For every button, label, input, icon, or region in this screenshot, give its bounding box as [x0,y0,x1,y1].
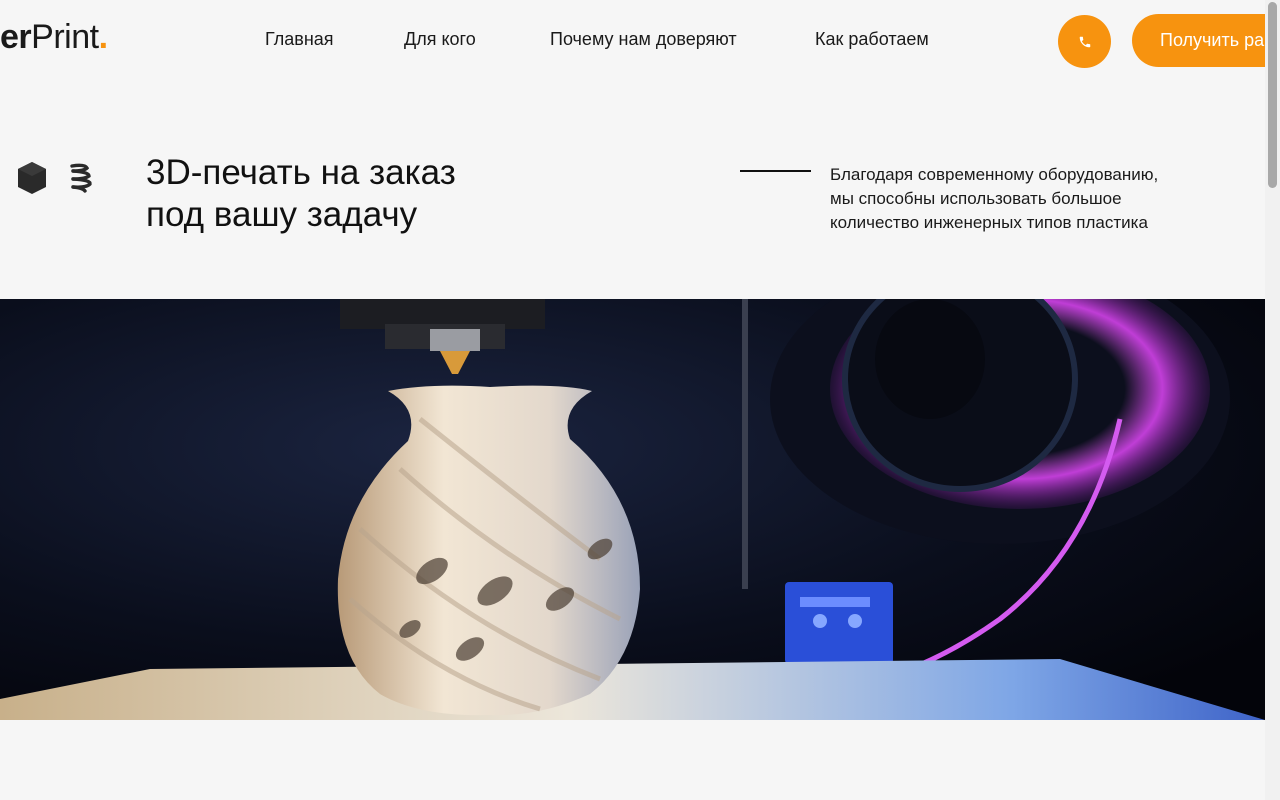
hero-image [0,299,1265,720]
logo-dot: . [98,18,108,56]
hero-title: 3D-печать на заказ под вашу задачу [146,152,456,236]
nav-link-for-whom[interactable]: Для кого [404,29,476,50]
hero-description-line-2: мы способны использовать большое [830,189,1122,208]
hero-description-line-3: количество инженерных типов пластика [830,213,1148,232]
logo-main: Print [31,18,99,56]
nav-link-why-trust[interactable]: Почему нам доверяют [550,29,737,50]
hero-title-line-1: 3D-печать на заказ [146,153,456,192]
logo[interactable]: erPrint. [0,18,108,57]
cube-icon [18,162,46,194]
page: erPrint. Главная Для кого Почему нам дов… [0,0,1280,800]
3d-printed-vase-photo [0,299,1265,720]
logo-prefix: er [0,18,32,56]
nav-link-home[interactable]: Главная [265,29,334,50]
get-quote-button[interactable]: Получить ра [1132,14,1280,67]
hero-description: Благодаря современному оборудованию, мы … [830,163,1230,235]
page-scrollbar[interactable] [1265,0,1280,800]
hero-divider [740,170,811,172]
hero-description-line-1: Благодаря современному оборудованию, [830,165,1159,184]
scrollbar-thumb[interactable] [1268,2,1277,188]
nav-link-how-we-work[interactable]: Как работаем [815,29,929,50]
phone-icon [1079,36,1090,47]
phone-button[interactable] [1058,15,1111,68]
spiral-icon [70,163,92,193]
hero-title-line-2: под вашу задачу [146,195,418,234]
